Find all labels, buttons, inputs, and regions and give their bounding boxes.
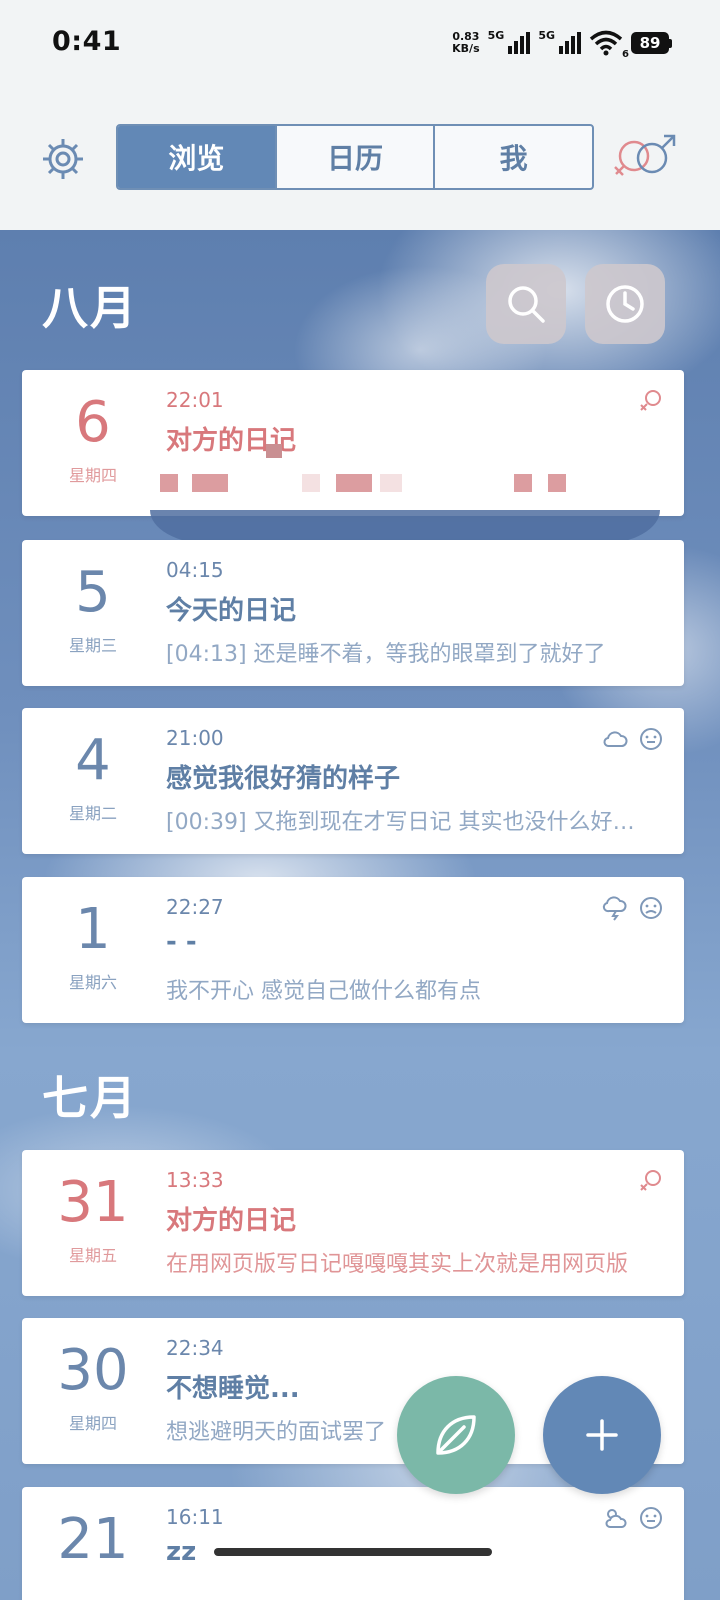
entry-time: 22:27 — [166, 895, 224, 919]
signal-sim2-icon: 5G — [538, 29, 581, 54]
plus-icon — [586, 1419, 618, 1451]
entry-time: 22:01 — [166, 388, 224, 412]
entry-weekday: 星期四 — [68, 466, 117, 485]
entry-time: 22:34 — [166, 1336, 224, 1360]
diary-entry-card[interactable]: 21 16:11 zz — [22, 1487, 684, 1600]
entry-day: 6 — [75, 390, 111, 455]
entry-icons — [602, 895, 664, 921]
entry-title: 不想睡觉... — [166, 1374, 300, 1404]
battery-icon: 89 — [631, 32, 672, 54]
diary-entry-card[interactable]: 4 星期二 21:00 感觉我很好猜的样子 [00:39] 又拖到现在才写日记 … — [22, 708, 684, 854]
entry-icons — [638, 388, 664, 414]
wifi-icon: 6 — [589, 30, 629, 60]
entry-preview: 我不开心 感觉自己做什么都有点 — [166, 979, 481, 1004]
sad-icon — [640, 897, 662, 919]
month-title-july: 七月 — [42, 1071, 138, 1125]
entry-title: zz — [166, 1537, 197, 1567]
redaction-overlay — [150, 510, 660, 544]
entry-icons — [638, 1168, 664, 1194]
partly-cloudy-icon — [605, 1509, 627, 1528]
entry-icons — [602, 1505, 664, 1531]
entry-title: 对方的日记 — [166, 1206, 297, 1236]
search-button[interactable] — [486, 264, 566, 344]
entry-time: 04:15 — [166, 558, 224, 582]
entry-day: 5 — [75, 560, 111, 625]
month-title-august: 八月 — [42, 281, 138, 335]
leaf-icon — [436, 1415, 476, 1455]
entry-preview: [04:13] 还是睡不着，等我的眼罩到了就好了 — [166, 642, 606, 667]
signal-sim1-icon: 5G — [487, 29, 531, 54]
network-speed-unit: KB/s — [452, 42, 480, 55]
diary-entry-card[interactable]: 1 星期六 22:27 - - 我不开心 感觉自己做什么都有点 — [22, 877, 684, 1023]
status-bar: 0:41 0.83 KB/s 5G 5G 6 89 — [0, 0, 720, 90]
entry-preview: [00:39] 又拖到现在才写日记 其实也没什么好说的 — [166, 810, 656, 835]
diary-entry-card[interactable]: 5 星期三 04:15 今天的日记 [04:13] 还是睡不着，等我的眼罩到了就… — [22, 540, 684, 686]
gear-icon[interactable] — [40, 136, 86, 182]
network-speed: 0.83 KB/s — [452, 31, 479, 55]
tab-me[interactable]: 我 — [435, 126, 592, 188]
diary-entry-card[interactable]: 31 星期五 13:33 对方的日记 在用网页版写日记嘎嘎嘎其实上次就是用网页版 — [22, 1150, 684, 1296]
entry-icons — [602, 726, 664, 752]
entry-weekday: 星期二 — [68, 804, 117, 823]
leaf-button[interactable] — [397, 1376, 515, 1494]
entry-day: 4 — [75, 728, 111, 793]
app-header: 浏览 日历 我 — [0, 90, 720, 230]
sim1-label: 5G — [487, 29, 505, 42]
cloud-icon — [603, 731, 628, 747]
entry-weekday: 星期四 — [68, 1414, 117, 1433]
status-time: 0:41 — [52, 26, 122, 57]
entry-time: 13:33 — [166, 1168, 224, 1192]
entry-day: 31 — [57, 1170, 129, 1235]
add-entry-button[interactable] — [543, 1376, 661, 1494]
entry-title: 今天的日记 — [166, 596, 297, 626]
view-tabs: 浏览 日历 我 — [116, 124, 594, 190]
smile-icon — [640, 728, 662, 750]
history-button[interactable] — [585, 264, 665, 344]
search-icon — [508, 286, 545, 323]
battery-level: 89 — [631, 32, 669, 54]
smile-icon — [640, 1507, 662, 1529]
sim2-label: 5G — [538, 29, 555, 42]
diary-entry-card[interactable]: 6 星期四 22:01 对方的日记 — [22, 370, 684, 516]
entry-weekday: 星期三 — [68, 636, 117, 655]
redacted-preview — [160, 474, 660, 494]
clock-icon — [606, 285, 644, 323]
entry-title: - - — [166, 927, 197, 957]
tab-calendar[interactable]: 日历 — [277, 126, 436, 188]
entry-day: 30 — [57, 1338, 129, 1403]
wifi-badge: 6 — [622, 49, 629, 60]
entry-time: 21:00 — [166, 726, 224, 750]
status-icons: 0.83 KB/s 5G 5G 6 89 — [452, 26, 672, 60]
entry-title: 感觉我很好猜的样子 — [166, 764, 401, 794]
partner-icon — [640, 390, 661, 411]
entry-weekday: 星期六 — [68, 973, 117, 992]
entry-preview: 在用网页版写日记嘎嘎嘎其实上次就是用网页版 — [166, 1252, 629, 1277]
thunder-icon — [602, 896, 627, 921]
home-indicator[interactable] — [214, 1548, 492, 1556]
tab-browse[interactable]: 浏览 — [118, 126, 277, 188]
gender-symbol-icon[interactable] — [612, 132, 678, 184]
entry-day: 21 — [57, 1507, 129, 1572]
entry-day: 1 — [75, 897, 111, 962]
entry-time: 16:11 — [166, 1505, 224, 1529]
entry-weekday: 星期五 — [68, 1246, 117, 1265]
partner-icon — [640, 1170, 661, 1191]
